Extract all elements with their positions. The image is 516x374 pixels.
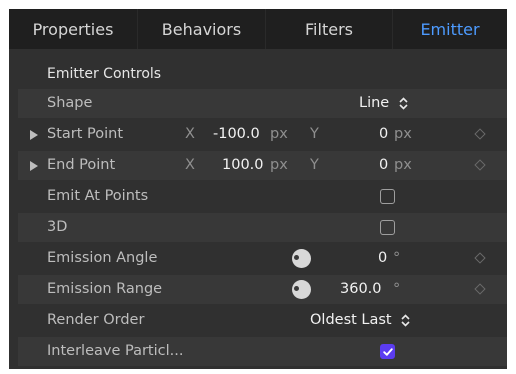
render-order-row: Render Order Oldest Last — [18, 306, 507, 335]
tab-behaviors[interactable]: Behaviors — [138, 9, 266, 49]
start-point-x-value[interactable]: -100.0 — [213, 120, 260, 149]
tab-emitter[interactable]: Emitter — [393, 9, 507, 49]
disclosure-triangle-icon[interactable] — [30, 130, 38, 140]
emission-range-unit: ° — [393, 281, 401, 297]
end-point-row: End Point X 100.0 px Y 0 px — [18, 151, 507, 180]
emit-at-points-checkbox[interactable] — [380, 189, 395, 204]
emission-angle-row: Emission Angle 0 ° — [18, 244, 507, 273]
interleave-label: Interleave Particl... — [47, 343, 184, 359]
tab-filters[interactable]: Filters — [266, 9, 393, 49]
interleave-row: Interleave Particl... — [18, 337, 507, 366]
start-point-y-unit: px — [394, 126, 412, 142]
shape-label: Shape — [47, 95, 93, 111]
emission-range-label: Emission Range — [47, 281, 163, 297]
section-title: Emitter Controls — [47, 66, 162, 82]
3d-row: 3D — [18, 213, 507, 242]
emitter-controls-body: Emitter Controls Shape Line Start Point … — [9, 53, 507, 369]
shape-popup[interactable]: Line — [359, 89, 408, 118]
emission-angle-value[interactable]: 0 — [378, 244, 387, 273]
disclosure-triangle-icon[interactable] — [30, 161, 38, 171]
emit-at-points-row: Emit At Points — [18, 182, 507, 211]
keyframe-diamond-icon[interactable] — [474, 283, 486, 295]
end-point-y-value[interactable]: 0 — [379, 151, 388, 180]
emit-at-points-label: Emit At Points — [47, 188, 149, 204]
start-point-row: Start Point X -100.0 px Y 0 px — [18, 120, 507, 149]
start-point-x-unit: px — [270, 126, 288, 142]
checkmark-icon — [382, 347, 393, 356]
shape-row: Shape Line — [18, 89, 507, 118]
start-point-y-value[interactable]: 0 — [379, 120, 388, 149]
3d-label: 3D — [47, 219, 68, 235]
shape-value: Line — [359, 95, 390, 111]
dial-icon[interactable] — [292, 249, 311, 268]
end-point-y-unit: px — [394, 157, 412, 173]
end-point-label: End Point — [47, 157, 116, 173]
start-point-x-label: X — [185, 126, 195, 142]
keyframe-diamond-icon[interactable] — [474, 252, 486, 264]
emission-angle-label: Emission Angle — [47, 250, 158, 266]
start-point-y-label: Y — [310, 126, 319, 142]
emission-range-row: Emission Range 360.0 ° — [18, 275, 507, 304]
3d-checkbox[interactable] — [380, 220, 395, 235]
emission-angle-unit: ° — [393, 250, 401, 266]
render-order-label: Render Order — [47, 312, 145, 328]
dial-icon[interactable] — [292, 280, 311, 299]
updown-arrows-icon — [399, 96, 408, 110]
end-point-x-unit: px — [270, 157, 288, 173]
keyframe-diamond-icon[interactable] — [474, 159, 486, 171]
interleave-checkbox[interactable] — [380, 344, 395, 359]
inspector-panel: Properties Behaviors Filters Emitter Emi… — [9, 9, 507, 369]
render-order-popup[interactable]: Oldest Last — [310, 306, 410, 335]
end-point-x-value[interactable]: 100.0 — [222, 151, 264, 180]
inspector-tabs: Properties Behaviors Filters Emitter — [9, 9, 507, 49]
tab-properties[interactable]: Properties — [9, 9, 138, 49]
emission-range-value[interactable]: 360.0 — [340, 275, 382, 304]
keyframe-diamond-icon[interactable] — [474, 128, 486, 140]
end-point-x-label: X — [185, 157, 195, 173]
end-point-y-label: Y — [310, 157, 319, 173]
updown-arrows-icon — [401, 313, 410, 327]
start-point-label: Start Point — [47, 126, 124, 142]
render-order-value: Oldest Last — [310, 312, 392, 328]
